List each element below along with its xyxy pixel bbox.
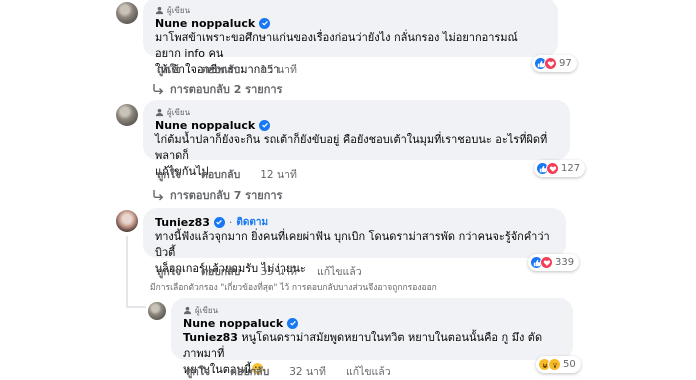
author-badge: ผู้เขียน <box>183 305 561 316</box>
comment-author-name[interactable]: Tuniez83 <box>155 216 210 229</box>
verified-badge-icon <box>213 216 225 228</box>
comment-author-name[interactable]: Nune noppaluck <box>155 119 255 132</box>
avatar[interactable] <box>148 302 166 320</box>
avatar[interactable] <box>116 104 138 126</box>
reply-text-line: Tuniez83 หนูโดนดราม่าสมัยพูดหยาบในทวิต ห… <box>183 330 561 362</box>
comment-bubble: ผู้เขียน Nune noppaluck ไก่ต้มน้ำปลาก็ยั… <box>143 100 570 178</box>
reaction-count: 50 <box>563 359 576 370</box>
verified-badge-icon <box>259 119 271 131</box>
author-badge-label: ผู้เขียน <box>167 6 191 15</box>
author-icon <box>155 108 164 117</box>
reaction-summary[interactable]: 127 <box>534 160 586 177</box>
reaction-summary[interactable]: 97 <box>532 55 577 72</box>
comment-bubble: Tuniez83 · ติดตาม ทางนี้ฟังแล้วจุกมาก ยิ… <box>143 208 566 275</box>
avatar[interactable] <box>116 210 138 232</box>
reply-arrow-icon <box>153 190 164 201</box>
reply-author-name[interactable]: Nune noppaluck <box>183 317 283 330</box>
author-badge: ผู้เขียน <box>155 107 558 118</box>
reaction-summary[interactable]: 50 <box>536 356 581 373</box>
comment-actions: ถูกใจ ตอบกลับ 12 นาที <box>157 166 297 183</box>
love-reaction-icon <box>546 162 559 175</box>
view-replies-link[interactable]: การตอบกลับ 7 รายการ <box>152 186 282 204</box>
comment-text-line: ทางนี้ฟังแล้วจุกมาก ยิ่งคนที่เคยผ่าฟัน บ… <box>155 230 550 259</box>
reply-button[interactable]: ตอบกลับ <box>201 61 240 78</box>
like-button[interactable]: ถูกใจ <box>157 263 181 280</box>
reply-bubble: ผู้เขียน Nune noppaluck Tuniez83 หนูโดนด… <box>171 298 573 376</box>
comment-actions: ถูกใจ ตอบกลับ 35 นาที แก้ไขแล้ว <box>157 263 362 280</box>
comment-timestamp[interactable]: 35 นาที <box>260 263 297 280</box>
avatar[interactable] <box>116 2 138 24</box>
follow-button[interactable]: ติดตาม <box>236 215 268 230</box>
mention-link[interactable]: Tuniez83 <box>183 331 238 344</box>
thread-line <box>126 236 128 308</box>
reply-arrow-icon <box>153 84 164 95</box>
author-badge: ผู้เขียน <box>155 5 546 16</box>
reply-actions: ถูกใจ ตอบกลับ 32 นาที แก้ไขแล้ว <box>186 363 391 380</box>
edited-label[interactable]: แก้ไขแล้ว <box>346 363 391 380</box>
reply-button[interactable]: ตอบกลับ <box>230 363 269 380</box>
reaction-count: 339 <box>555 257 575 268</box>
verified-badge-icon <box>259 17 271 29</box>
comment-timestamp[interactable]: 15 นาที <box>260 61 297 78</box>
comment-timestamp[interactable]: 32 นาที <box>289 363 326 380</box>
author-badge-label: ผู้เขียน <box>195 306 219 315</box>
reply-button[interactable]: ตอบกลับ <box>201 263 240 280</box>
love-reaction-icon <box>540 256 553 269</box>
comment-timestamp[interactable]: 12 นาที <box>260 166 297 183</box>
thread-line <box>126 306 146 308</box>
comment-text-line: ไก่ต้มน้ำปลาก็ยังจะกิน รถเต้าก็ยังขับอยู… <box>155 133 548 162</box>
wow-reaction-icon <box>548 358 561 371</box>
filter-note: มีการเลือกตัวกรอง "เกี่ยวข้องที่สุด" ไว้… <box>150 283 437 293</box>
author-badge-label: ผู้เขียน <box>167 108 191 117</box>
love-reaction-icon <box>544 57 557 70</box>
like-button[interactable]: ถูกใจ <box>157 166 181 183</box>
separator-dot: · <box>228 215 233 229</box>
comment-author-name[interactable]: Nune noppaluck <box>155 17 255 30</box>
view-replies-label: การตอบกลับ 7 รายการ <box>170 189 283 202</box>
edited-label[interactable]: แก้ไขแล้ว <box>317 263 362 280</box>
comment-text-line: มาโพสข้าเพราะขอศึกษาแก่นของเรื่องก่อนว่า… <box>155 31 518 60</box>
reaction-summary[interactable]: 339 <box>528 254 580 271</box>
author-icon <box>155 6 164 15</box>
reply-button[interactable]: ตอบกลับ <box>201 166 240 183</box>
like-button[interactable]: ถูกใจ <box>186 363 210 380</box>
reaction-count: 97 <box>559 58 572 69</box>
comment-bubble: ผู้เขียน Nune noppaluck มาโพสข้าเพราะขอศ… <box>143 0 558 76</box>
view-replies-link[interactable]: การตอบกลับ 2 รายการ <box>152 80 282 98</box>
verified-badge-icon <box>287 317 299 329</box>
view-replies-label: การตอบกลับ 2 รายการ <box>170 83 283 96</box>
author-icon <box>183 306 192 315</box>
like-button[interactable]: ถูกใจ <box>157 61 181 78</box>
reaction-count: 127 <box>561 163 581 174</box>
comment-header: Tuniez83 · ติดตาม <box>155 215 554 229</box>
comment-actions: ถูกใจ ตอบกลับ 15 นาที <box>157 61 297 78</box>
